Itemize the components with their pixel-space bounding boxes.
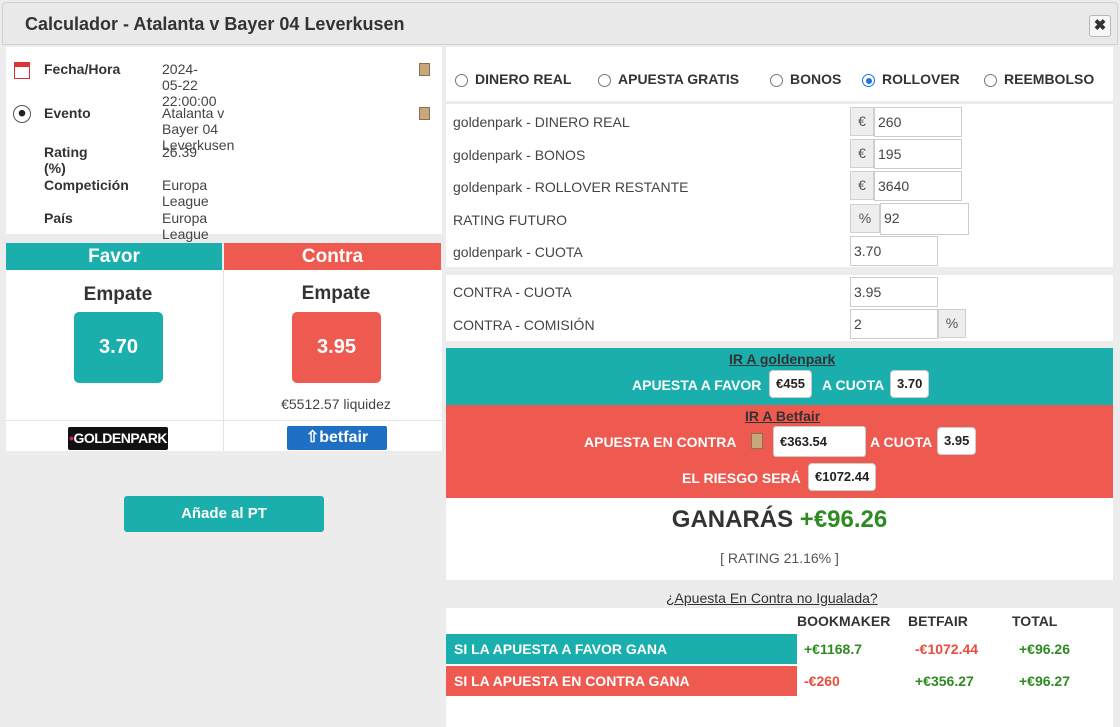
goldenpark-link[interactable]: IR A goldenpark [729, 351, 835, 367]
outcome-favor-betfair: -€1072.44 [915, 641, 979, 657]
add-to-pt-button[interactable]: Añade al PT [124, 496, 324, 532]
favor-header: Favor [6, 243, 222, 270]
col-header-betfair: BETFAIR [908, 613, 968, 629]
lay-odds-text: A CUOTA [870, 434, 933, 450]
info-label: Competición [44, 177, 129, 193]
outcome-favor-bookmaker: +€1168.7 [804, 641, 863, 657]
liquidity-text: €5512.57 liquidez [281, 396, 391, 412]
radio-circle[interactable] [598, 74, 611, 87]
field-label: goldenpark - DINERO REAL [453, 114, 630, 130]
field-label: CONTRA - COMISIÓN [453, 317, 595, 333]
info-label: País [44, 210, 73, 226]
bookie-odds-input[interactable]: 3.70 [850, 236, 938, 266]
risk-box: €1072.44 [808, 463, 877, 491]
profit-label: GANARÁS [671, 506, 794, 533]
outcome-contra-bookmaker: -€260 [804, 673, 840, 689]
outcome-row-favor-label: SI LA APUESTA A FAVOR GANA [446, 634, 797, 664]
euro-addon: € [850, 139, 874, 168]
outcome-contra-betfair: +€356.27 [915, 673, 974, 689]
goldenpark-logo-text: GOLDENPARK [73, 430, 167, 446]
betfair-logo-text: betfair [319, 429, 369, 446]
result-panel: GANARÁS +€96.26 [ RATING 21.16% ] [446, 498, 1113, 580]
contra-selection: Empate [301, 283, 371, 304]
dialog-title-bar: Calculador - Atalanta v Bayer 04 Leverku… [2, 2, 1118, 45]
back-text: APUESTA A FAVOR [632, 377, 762, 393]
betfair-link[interactable]: IR A Betfair [745, 408, 820, 424]
field-label: goldenpark - CUOTA [453, 244, 583, 260]
competition-value: Europa League [162, 177, 209, 209]
copy-icon[interactable] [419, 63, 430, 76]
radio-label: ROLLOVER [882, 71, 960, 87]
unmatched-lay-link[interactable]: ¿Apuesta En Contra no Igualada? [666, 590, 878, 606]
dialog-title: Calculador - Atalanta v Bayer 04 Leverku… [25, 14, 405, 34]
outcome-row-contra-label: SI LA APUESTA EN CONTRA GANA [446, 666, 797, 696]
outcome-contra-total: +€96.27 [1019, 673, 1070, 689]
risk-text: EL RIESGO SERÁ [682, 470, 801, 486]
profit-line: GANARÁS +€96.26 [446, 506, 1113, 534]
event-date: 2024-05-22 22:00:00 [162, 61, 217, 109]
euro-addon: € [850, 171, 874, 200]
percent-addon: % [850, 204, 880, 233]
radio-circle[interactable] [984, 74, 997, 87]
radio-circle[interactable] [770, 74, 783, 87]
future-rating-input[interactable]: 92 [880, 203, 969, 235]
favor-selection: Empate [83, 284, 153, 305]
radio-label: REEMBOLSO [1004, 71, 1095, 87]
contra-header: Contra [224, 243, 441, 270]
radio-label: DINERO REAL [475, 71, 572, 87]
info-label: Rating (%) [44, 144, 88, 176]
rating-value: 26.39 [162, 144, 198, 160]
lay-odds-input[interactable]: 3.95 [850, 277, 938, 307]
copy-icon[interactable] [419, 107, 430, 120]
divider [6, 420, 442, 421]
soccer-ball-icon [13, 105, 31, 123]
info-label: Evento [44, 105, 91, 121]
field-label: goldenpark - ROLLOVER RESTANTE [453, 179, 689, 195]
col-header-bookmaker: BOOKMAKER [797, 613, 891, 629]
back-odds-box[interactable]: 3.70 [890, 370, 930, 398]
radio-circle-selected[interactable] [862, 74, 875, 87]
real-money-input[interactable]: 260 [874, 107, 962, 137]
close-icon[interactable]: ✖ [1089, 15, 1111, 37]
calendar-icon [14, 62, 30, 79]
field-label: RATING FUTURO [453, 212, 568, 228]
radio-circle[interactable] [455, 74, 468, 87]
field-label: goldenpark - BONOS [453, 147, 586, 163]
radio-label: BONOS [790, 71, 842, 87]
event-info-panel: Fecha/Hora 2024-05-22 22:00:00 Evento At… [6, 47, 442, 242]
outcome-favor-total: +€96.26 [1019, 641, 1070, 657]
contra-odds-box[interactable]: 3.95 [292, 312, 381, 383]
back-stake-box[interactable]: €455 [769, 370, 812, 398]
col-header-total: TOTAL [1012, 613, 1058, 629]
rating-result: [ RATING 21.16% ] [720, 550, 839, 566]
betfair-logo[interactable]: ⇧betfair [287, 426, 387, 450]
lay-odds-box[interactable]: 3.95 [937, 427, 977, 455]
goldenpark-logo[interactable]: •GOLDENPARK [68, 427, 168, 450]
lay-stake-input[interactable]: €363.54 [773, 426, 866, 457]
commission-input[interactable]: 2 [850, 309, 938, 339]
outcomes-table: BOOKMAKER BETFAIR TOTAL SI LA APUESTA A … [446, 608, 1113, 727]
bonus-input[interactable]: 195 [874, 139, 962, 169]
lay-text: APUESTA EN CONTRA [584, 434, 737, 450]
favor-odds-box[interactable]: 3.70 [74, 312, 163, 383]
euro-addon: € [850, 107, 874, 136]
copy-icon[interactable] [751, 433, 763, 449]
back-odds-text: A CUOTA [822, 377, 885, 393]
radio-label: APUESTA GRATIS [618, 71, 740, 87]
info-label: Fecha/Hora [44, 61, 121, 77]
rollover-input[interactable]: 3640 [874, 171, 962, 201]
field-label: CONTRA - CUOTA [453, 284, 572, 300]
profit-amount: +€96.26 [799, 506, 888, 533]
country-value: Europa League [162, 210, 209, 242]
percent-addon: % [938, 309, 966, 338]
